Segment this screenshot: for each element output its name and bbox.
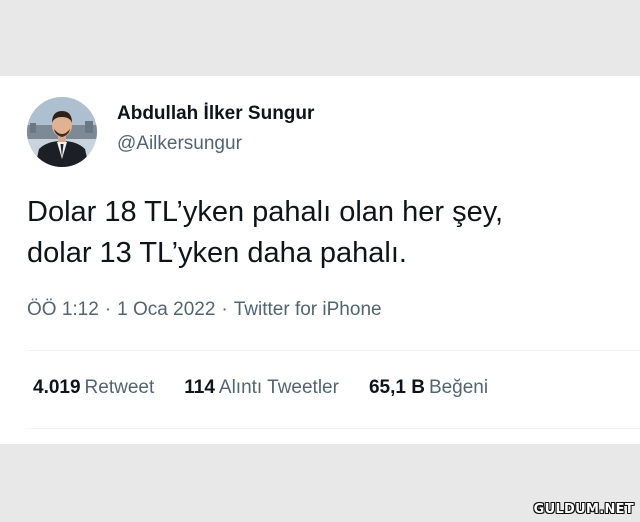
tweet-card: Abdullah İlker Sungur @Ailkersungur Dola… bbox=[0, 76, 640, 444]
stat-count: 4.019 bbox=[33, 377, 81, 398]
stat-count: 114 bbox=[184, 377, 215, 398]
stat-label: Alıntı Tweetler bbox=[218, 377, 339, 398]
avatar[interactable] bbox=[27, 97, 97, 167]
display-name[interactable]: Abdullah İlker Sungur bbox=[117, 103, 314, 125]
stat-count: 65,1 B bbox=[368, 377, 425, 398]
divider bbox=[27, 350, 640, 351]
stat-quote-tweets[interactable]: 114 Alıntı Tweetler bbox=[184, 377, 339, 399]
tweet-source[interactable]: Twitter for iPhone bbox=[234, 299, 382, 320]
stat-label: Retweet bbox=[84, 377, 155, 398]
tweet-metadata: ÖÖ 1:12 · 1 Oca 2022 · Twitter for iPhone bbox=[27, 299, 382, 321]
tweet-text-line: Dolar 18 TL’yken pahalı olan her şey, bbox=[27, 196, 504, 228]
divider bbox=[27, 428, 640, 429]
stat-likes[interactable]: 65,1 B Beğeni bbox=[369, 377, 488, 399]
meta-separator: · bbox=[104, 299, 112, 320]
tweet-time[interactable]: ÖÖ 1:12 bbox=[27, 299, 99, 320]
tweet-date[interactable]: 1 Oca 2022 bbox=[117, 299, 215, 320]
stat-label: Beğeni bbox=[428, 377, 489, 398]
stat-retweets[interactable]: 4.019 Retweet bbox=[33, 377, 154, 399]
engagement-stats: 4.019 Retweet 114 Alıntı Tweetler 65,1 B Be… bbox=[33, 377, 518, 399]
meta-separator: · bbox=[221, 299, 228, 320]
tweet-text-line: dolar 13 TL’yken daha pahalı. bbox=[27, 237, 407, 269]
tweet-text: Dolar 18 TL’yken pahalı olan her şey, do… bbox=[27, 192, 617, 274]
user-handle[interactable]: @Ailkersungur bbox=[117, 133, 242, 155]
profile-photo-icon bbox=[27, 97, 97, 167]
watermark-logo: GULDUM.NET bbox=[533, 502, 634, 517]
